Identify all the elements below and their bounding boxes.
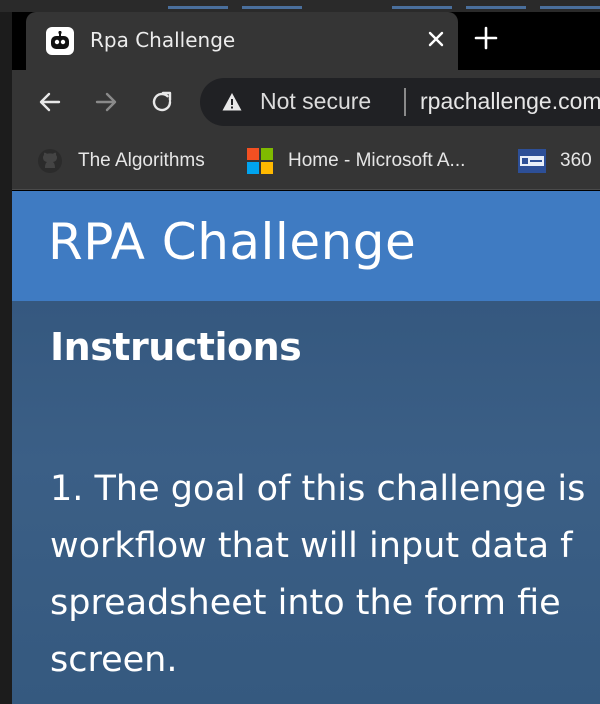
- tab-strip: Rpa Challenge: [12, 12, 600, 70]
- site-360-icon: [518, 147, 546, 175]
- instruction-line: spreadsheet into the form fie: [50, 583, 561, 623]
- bookmark-360[interactable]: 360: [518, 146, 592, 176]
- address-separator: [404, 88, 406, 116]
- close-icon[interactable]: [422, 26, 450, 54]
- bookmarks-bar: The Algorithms Home - Microsoft A... 360: [12, 134, 600, 190]
- instruction-line: screen.: [50, 640, 178, 680]
- desktop-window-segment: [540, 6, 600, 9]
- tab-title: Rpa Challenge: [90, 28, 236, 52]
- bookmark-the-algorithms[interactable]: The Algorithms: [36, 146, 205, 176]
- instruction-line: workflow that will input data f: [50, 526, 573, 566]
- desktop-background-strip: [0, 0, 600, 12]
- url-text[interactable]: rpachallenge.com: [420, 88, 600, 115]
- security-status-text[interactable]: Not secure: [260, 88, 371, 115]
- back-arrow-icon[interactable]: [34, 86, 66, 118]
- warning-icon[interactable]: [222, 92, 242, 112]
- bookmark-label: Home - Microsoft A...: [288, 150, 466, 171]
- reload-icon[interactable]: [146, 86, 178, 118]
- plus-icon[interactable]: [470, 22, 502, 58]
- page-title: RPA Challenge: [48, 213, 417, 271]
- desktop-window-segment: [168, 6, 228, 9]
- browser-tab[interactable]: Rpa Challenge: [26, 12, 458, 70]
- browser-toolbar: Not secure rpachallenge.com: [12, 70, 600, 134]
- github-icon: [36, 147, 64, 175]
- desktop-window-segment: [242, 6, 302, 9]
- bookmark-label: 360: [560, 150, 592, 171]
- desktop-window-segment: [392, 6, 452, 9]
- desktop-window-segment: [466, 6, 526, 9]
- forward-arrow-icon[interactable]: [90, 86, 122, 118]
- bookmark-label: The Algorithms: [78, 150, 205, 171]
- instructions-panel: Instructions 1. The goal of this challen…: [12, 301, 600, 704]
- bookmark-home-microsoft[interactable]: Home - Microsoft A...: [246, 146, 465, 176]
- window-left-edge: [0, 12, 12, 704]
- address-bar[interactable]: Not secure rpachallenge.com: [200, 78, 600, 126]
- instruction-line: 1. The goal of this challenge is: [50, 469, 586, 509]
- instructions-heading: Instructions: [50, 325, 302, 369]
- microsoft-icon: [246, 147, 274, 175]
- robot-icon: [46, 27, 74, 55]
- page-header: RPA Challenge: [12, 191, 600, 301]
- instructions-text: 1. The goal of this challenge is workflo…: [50, 461, 600, 689]
